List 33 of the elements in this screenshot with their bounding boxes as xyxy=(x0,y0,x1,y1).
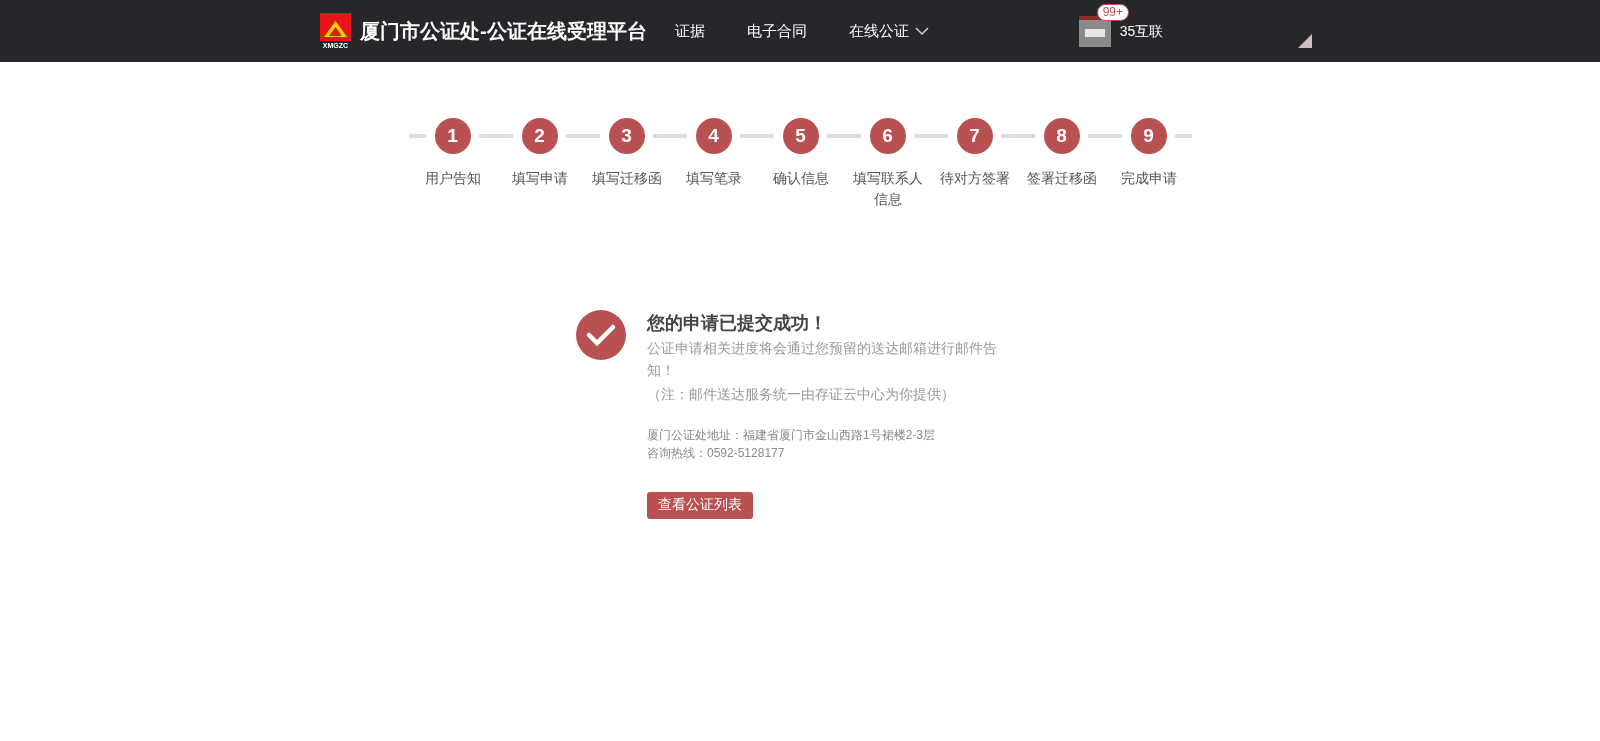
step-label: 填写迁移函 xyxy=(590,170,663,188)
step-label: 用户告知 xyxy=(423,170,482,188)
step-number: 2 xyxy=(521,118,558,154)
site-title[interactable]: 厦门市公证处-公证在线受理平台 xyxy=(360,16,647,46)
address-text: 厦门公证处地址：福建省厦门市金山西路1号裙楼2-3层 xyxy=(647,427,937,444)
step-number: 7 xyxy=(956,118,993,154)
corner-triangle-icon[interactable] xyxy=(1298,34,1313,48)
view-list-button[interactable]: 查看公证列表 xyxy=(647,492,753,519)
success-check-icon xyxy=(576,310,626,360)
step-number: 6 xyxy=(869,118,906,154)
step-number: 5 xyxy=(782,118,819,154)
step-number: 4 xyxy=(695,118,732,154)
step-label: 填写联系人信息 xyxy=(851,170,924,209)
avatar-image[interactable] xyxy=(1078,15,1111,47)
step-label: 确认信息 xyxy=(771,170,830,188)
step-label: 完成申请 xyxy=(1119,170,1178,188)
note-text: （注：邮件送达服务统一由存证云中心为你提供） xyxy=(647,386,956,404)
notification-badge: 99+ xyxy=(1096,3,1130,21)
step-number: 8 xyxy=(1043,118,1080,154)
nav-link[interactable]: 在线公证 xyxy=(848,19,929,43)
step-number: 9 xyxy=(1130,118,1167,154)
hotline-text: 咨询热线：0592-5128177 xyxy=(647,445,786,462)
user-name[interactable]: 35互联 xyxy=(1119,20,1164,42)
step-number: 3 xyxy=(608,118,645,154)
step-label: 填写申请 xyxy=(510,170,569,188)
step-label: 填写笔录 xyxy=(684,170,743,188)
step-label: 待对方签署 xyxy=(938,170,1011,188)
step-number: 1 xyxy=(434,118,471,154)
success-title: 您的申请已提交成功！ xyxy=(647,312,828,335)
success-message: 公证申请相关进度将会通过您预留的送达邮箱进行邮件告知！ xyxy=(647,340,998,380)
step-label: 签署迁移函 xyxy=(1025,170,1098,188)
nav-link[interactable]: 电子合同 xyxy=(746,19,807,43)
nav-link[interactable]: 证据 xyxy=(674,19,705,43)
